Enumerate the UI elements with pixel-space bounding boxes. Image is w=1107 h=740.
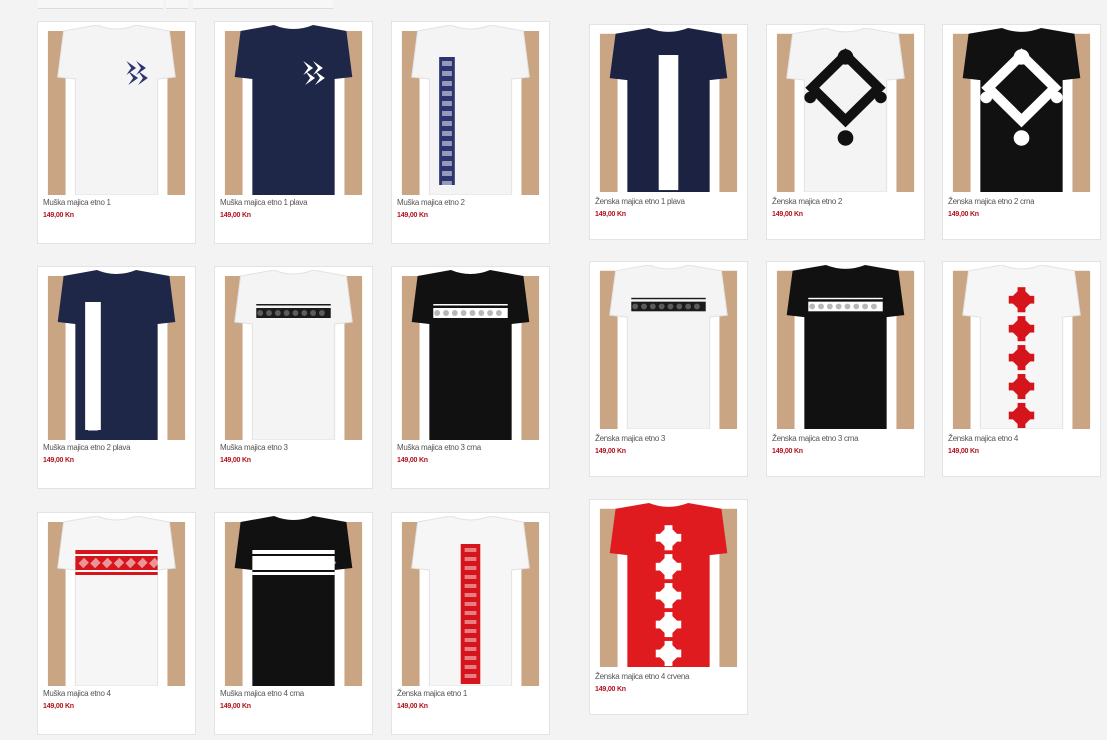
product-image[interactable] bbox=[44, 25, 189, 195]
product-image[interactable] bbox=[949, 28, 1094, 192]
product-price: 149,00 Kn bbox=[595, 211, 626, 218]
product-price: 149,00 Kn bbox=[948, 448, 979, 455]
product-price: 149,00 Kn bbox=[595, 448, 626, 455]
product-price: 149,00 Kn bbox=[220, 457, 251, 464]
product-card[interactable]: Ženska majica etno 1 149,00 Kn bbox=[391, 512, 550, 735]
tshirt-illustration bbox=[398, 270, 543, 440]
product-name[interactable]: Ženska majica etno 4 crvena bbox=[595, 672, 689, 681]
tshirt-illustration bbox=[596, 28, 741, 192]
product-image[interactable] bbox=[949, 265, 1094, 429]
product-name[interactable]: Ženska majica etno 3 crna bbox=[772, 434, 859, 443]
product-card[interactable]: Muška majica etno 4 crna 149,00 Kn bbox=[214, 512, 373, 735]
product-image[interactable] bbox=[398, 516, 543, 686]
product-name[interactable]: Muška majica etno 2 plava bbox=[43, 443, 131, 452]
product-price: 149,00 Kn bbox=[43, 703, 74, 710]
product-price: 149,00 Kn bbox=[397, 457, 428, 464]
product-card[interactable]: Muška majica etno 2 plava 149,00 Kn bbox=[37, 266, 196, 489]
product-card[interactable]: Ženska majica etno 1 plava 149,00 Kn bbox=[589, 24, 748, 240]
product-image[interactable] bbox=[596, 503, 741, 667]
tshirt-illustration bbox=[221, 25, 366, 195]
product-image[interactable] bbox=[44, 516, 189, 686]
product-price: 149,00 Kn bbox=[397, 703, 428, 710]
product-name[interactable]: Ženska majica etno 1 plava bbox=[595, 197, 685, 206]
product-name[interactable]: Ženska majica etno 4 bbox=[948, 434, 1018, 443]
product-name[interactable]: Muška majica etno 3 bbox=[220, 443, 288, 452]
product-price: 149,00 Kn bbox=[397, 212, 428, 219]
product-name[interactable]: Ženska majica etno 1 bbox=[397, 689, 467, 698]
tshirt-illustration bbox=[398, 516, 543, 686]
product-image[interactable] bbox=[596, 28, 741, 192]
tshirt-illustration bbox=[221, 270, 366, 440]
product-card[interactable]: Ženska majica etno 2 crna 149,00 Kn bbox=[942, 24, 1101, 240]
product-name[interactable]: Ženska majica etno 3 bbox=[595, 434, 665, 443]
product-name[interactable]: Ženska majica etno 2 bbox=[772, 197, 842, 206]
product-card[interactable]: Muška majica etno 3 149,00 Kn bbox=[214, 266, 373, 489]
tshirt-illustration bbox=[949, 265, 1094, 429]
product-name[interactable]: Muška majica etno 2 bbox=[397, 198, 465, 207]
product-image[interactable] bbox=[398, 25, 543, 195]
product-name[interactable]: Muška majica etno 4 bbox=[43, 689, 111, 698]
filter-tab[interactable] bbox=[193, 0, 333, 9]
filter-tab[interactable] bbox=[166, 0, 188, 9]
product-image[interactable] bbox=[398, 270, 543, 440]
tshirt-illustration bbox=[398, 25, 543, 195]
product-price: 149,00 Kn bbox=[772, 448, 803, 455]
product-card[interactable]: Ženska majica etno 3 149,00 Kn bbox=[589, 261, 748, 477]
product-card[interactable]: Muška majica etno 1 149,00 Kn bbox=[37, 21, 196, 244]
product-price: 149,00 Kn bbox=[595, 686, 626, 693]
product-image[interactable] bbox=[221, 516, 366, 686]
product-image[interactable] bbox=[44, 270, 189, 440]
product-price: 149,00 Kn bbox=[43, 457, 74, 464]
product-image[interactable] bbox=[221, 270, 366, 440]
tshirt-illustration bbox=[44, 270, 189, 440]
product-card[interactable]: Muška majica etno 2 149,00 Kn bbox=[391, 21, 550, 244]
top-filter-bar bbox=[38, 0, 338, 10]
product-image[interactable] bbox=[596, 265, 741, 429]
product-price: 149,00 Kn bbox=[948, 211, 979, 218]
filter-tab[interactable] bbox=[38, 0, 163, 9]
product-price: 149,00 Kn bbox=[220, 703, 251, 710]
product-image[interactable] bbox=[221, 25, 366, 195]
tshirt-illustration bbox=[44, 516, 189, 686]
product-price: 149,00 Kn bbox=[43, 212, 74, 219]
product-name[interactable]: Muška majica etno 4 crna bbox=[220, 689, 304, 698]
product-image[interactable] bbox=[773, 265, 918, 429]
product-card[interactable]: Muška majica etno 3 crna 149,00 Kn bbox=[391, 266, 550, 489]
product-card[interactable]: Ženska majica etno 2 149,00 Kn bbox=[766, 24, 925, 240]
tshirt-illustration bbox=[221, 516, 366, 686]
product-card[interactable]: Ženska majica etno 4 crvena 149,00 Kn bbox=[589, 499, 748, 715]
product-image[interactable] bbox=[773, 28, 918, 192]
tshirt-illustration bbox=[44, 25, 189, 195]
product-card[interactable]: Muška majica etno 1 plava 149,00 Kn bbox=[214, 21, 373, 244]
tshirt-illustration bbox=[949, 28, 1094, 192]
product-card[interactable]: Ženska majica etno 3 crna 149,00 Kn bbox=[766, 261, 925, 477]
product-name[interactable]: Ženska majica etno 2 crna bbox=[948, 197, 1035, 206]
product-name[interactable]: Muška majica etno 1 plava bbox=[220, 198, 308, 207]
tshirt-illustration bbox=[596, 265, 741, 429]
product-card[interactable]: Muška majica etno 4 149,00 Kn bbox=[37, 512, 196, 735]
product-price: 149,00 Kn bbox=[220, 212, 251, 219]
tshirt-illustration bbox=[773, 265, 918, 429]
tshirt-illustration bbox=[773, 28, 918, 192]
product-price: 149,00 Kn bbox=[772, 211, 803, 218]
product-name[interactable]: Muška majica etno 3 crna bbox=[397, 443, 481, 452]
product-name[interactable]: Muška majica etno 1 bbox=[43, 198, 111, 207]
tshirt-illustration bbox=[596, 503, 741, 667]
product-card[interactable]: Ženska majica etno 4 149,00 Kn bbox=[942, 261, 1101, 477]
